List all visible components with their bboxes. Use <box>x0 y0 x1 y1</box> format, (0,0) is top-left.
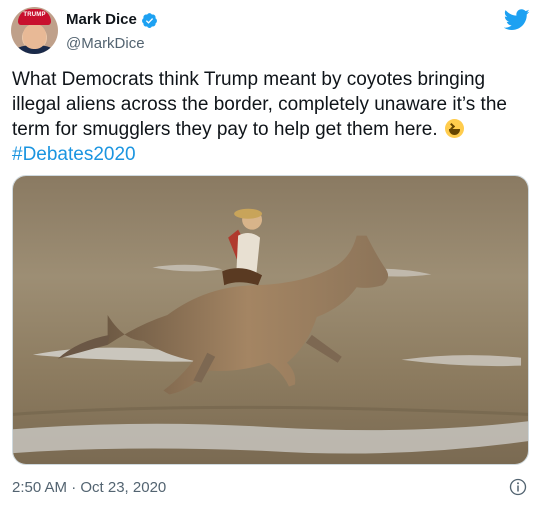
info-icon[interactable] <box>509 478 527 496</box>
verified-badge-icon <box>141 12 157 28</box>
author-display-name[interactable]: Mark Dice <box>66 11 158 29</box>
tweet-text: What Democrats think Trump meant by coyo… <box>12 67 534 167</box>
tweet-photo[interactable] <box>12 175 529 465</box>
avatar-face <box>23 24 46 49</box>
author-handle[interactable]: @MarkDice <box>66 34 158 54</box>
avatar-hat: TRUMP <box>18 9 51 25</box>
avatar-hat-text: TRUMP <box>23 12 46 18</box>
tweet-timestamp[interactable]: 2:50 AM · Oct 23, 2020 <box>12 478 166 498</box>
hashtag-link[interactable]: #Debates2020 <box>12 144 136 165</box>
twitter-bird-icon[interactable] <box>504 9 530 31</box>
tweet-card: TRUMP Mark Dice @MarkDice What Democrats… <box>0 0 545 506</box>
author-display-name-text: Mark Dice <box>66 11 137 28</box>
photo-image <box>13 176 528 464</box>
author-avatar[interactable]: TRUMP <box>11 7 58 54</box>
tweet-body: What Democrats think Trump meant by coyo… <box>12 69 507 140</box>
grinning-squinting-face-emoji-icon <box>444 119 464 138</box>
author-name-block[interactable]: Mark Dice @MarkDice <box>66 11 158 54</box>
